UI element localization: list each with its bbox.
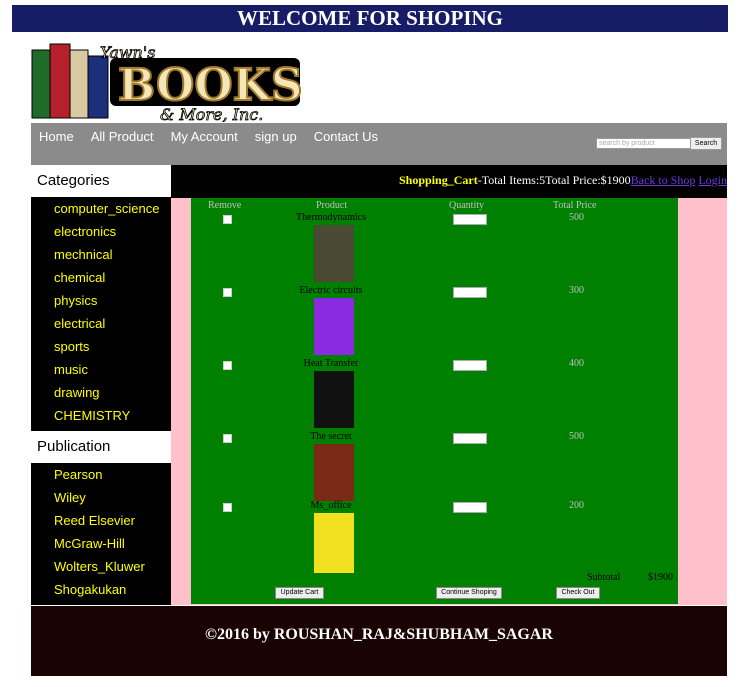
nav-sign-up-link[interactable]: sign up [255, 129, 297, 144]
quantity-input[interactable] [453, 287, 487, 298]
subtotal-value: $1900 [648, 572, 673, 583]
update-cart-button[interactable]: Update Cart [275, 587, 324, 599]
subtotal-label: Subtotal [587, 572, 621, 583]
categories-list: computer_science electronics mechnical c… [31, 197, 171, 431]
item-price: 400 [569, 358, 584, 369]
remove-checkbox[interactable] [223, 288, 232, 297]
quantity-input[interactable] [453, 502, 487, 513]
product-name: Heat Transfer [303, 358, 359, 369]
item-price: 300 [569, 285, 584, 296]
category-link[interactable]: mechnical [31, 245, 171, 268]
book-cover-image [314, 513, 354, 573]
check-out-button[interactable]: Check Out [556, 587, 600, 599]
category-link[interactable]: CHEMISTRY [31, 406, 171, 429]
back-to-shop-link[interactable]: Back to Shop [631, 173, 696, 187]
svg-text:Yawn's: Yawn's [100, 43, 155, 62]
category-link[interactable]: music [31, 360, 171, 383]
category-link[interactable]: drawing [31, 383, 171, 406]
product-name: The secret [310, 431, 352, 442]
product-header: Product [316, 200, 348, 211]
cart-header: Shopping_Cart-Total Items:5Total Price:$… [171, 165, 727, 198]
continue-shopping-button[interactable]: Continue Shoping [436, 587, 502, 599]
product-name: Thermodynamics [296, 212, 366, 223]
book-cover-image [314, 225, 354, 282]
category-link[interactable]: computer_science [31, 199, 171, 222]
publication-link[interactable]: Shogakukan [31, 580, 171, 603]
cart-summary: -Total Items:5Total Price:$1900 [477, 173, 631, 187]
remove-checkbox[interactable] [223, 215, 232, 224]
search-input[interactable]: search by product [596, 138, 692, 149]
category-link[interactable]: physics [31, 291, 171, 314]
publication-link[interactable]: Pearson [31, 465, 171, 488]
cart-title: Shopping_Cart [399, 173, 478, 187]
nav-home-link[interactable]: Home [39, 129, 74, 144]
book-cover-image [314, 444, 354, 501]
book-cover-image [314, 371, 354, 428]
publication-list: Pearson Wiley Reed Elsevier McGraw-Hill … [31, 463, 171, 605]
quantity-header: Quantity [449, 200, 484, 211]
category-link[interactable]: chemical [31, 268, 171, 291]
welcome-banner: WELCOME FOR SHOPING [12, 5, 728, 32]
publication-link[interactable]: McGraw-Hill [31, 534, 171, 557]
categories-heading: Categories [31, 165, 171, 197]
login-link[interactable]: Login [698, 173, 727, 187]
publication-heading: Publication [31, 431, 171, 463]
remove-header: Remove [208, 200, 242, 211]
remove-checkbox[interactable] [223, 434, 232, 443]
nav-my-account-link[interactable]: My Account [171, 129, 238, 144]
remove-checkbox[interactable] [223, 503, 232, 512]
footer: ©2016 by ROUSHAN_RAJ&SHUBHAM_SAGAR [31, 606, 727, 676]
publication-link[interactable]: Wolters_Kluwer [31, 557, 171, 580]
search-button[interactable]: Search [690, 137, 722, 150]
category-link[interactable]: electronics [31, 222, 171, 245]
books-logo: BOOKS Yawn's & More, Inc. [31, 43, 304, 122]
quantity-input[interactable] [453, 433, 487, 444]
item-price: 500 [569, 212, 584, 223]
svg-text:& More, Inc.: & More, Inc. [160, 105, 263, 122]
item-price: 200 [569, 500, 584, 511]
nav-all-product-link[interactable]: All Product [91, 129, 154, 144]
shopping-cart-panel: Shopping_Cart-Total Items:5Total Price:$… [171, 165, 727, 605]
total-price-header: Total Price [553, 200, 597, 211]
nav-contact-us-link[interactable]: Contact Us [314, 129, 378, 144]
svg-text:BOOKS: BOOKS [118, 60, 303, 111]
quantity-input[interactable] [453, 360, 487, 371]
top-navbar: Home All Product My Account sign up Cont… [31, 123, 727, 165]
product-name: Electric circuits [299, 285, 363, 296]
quantity-input[interactable] [453, 214, 487, 225]
publication-link[interactable]: Reed Elsevier [31, 511, 171, 534]
item-price: 500 [569, 431, 584, 442]
book-cover-image [314, 298, 354, 355]
remove-checkbox[interactable] [223, 361, 232, 370]
category-link[interactable]: electrical [31, 314, 171, 337]
sidebar: Categories computer_science electronics … [31, 165, 171, 605]
category-link[interactable]: sports [31, 337, 171, 360]
publication-link[interactable]: Wiley [31, 488, 171, 511]
product-name: Ms_office [310, 500, 352, 511]
cart-table: Remove Product Quantity Total Price Ther… [191, 198, 678, 604]
